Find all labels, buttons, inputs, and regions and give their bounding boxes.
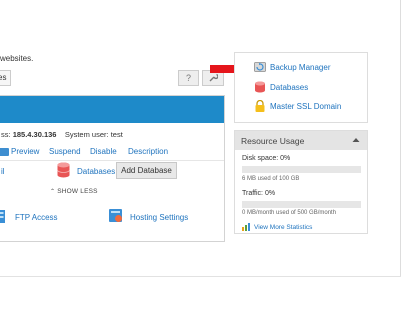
show-less-toggle[interactable]: ⌃ SHOW LESS [50,188,98,195]
ftp-access-link[interactable]: FTP Access [15,213,58,222]
databases-link[interactable]: Databases [77,167,115,176]
master-ssl-domain-link[interactable]: Master SSL Domain [270,102,341,111]
disk-space-bar [242,166,361,173]
backup-icon [254,62,266,72]
disk-space-note: 6 MB used of 100 GB [242,176,300,182]
address-label: ss: [1,130,11,139]
resource-usage-header[interactable]: Resource Usage [235,131,367,150]
bottom-border [0,276,401,277]
disable-link[interactable]: Disable [90,147,117,156]
bar-chart-icon [242,223,250,231]
subscriptions-button[interactable]: es [0,70,11,86]
help-button[interactable]: ? [178,70,199,86]
ip-address: 185.4.30.136 [12,130,57,139]
suspend-link[interactable]: Suspend [49,147,81,156]
ftp-icon [0,210,5,223]
preview-icon [0,148,9,156]
traffic-bar [242,201,361,208]
database-icon [57,162,70,178]
collapse-icon[interactable] [351,135,361,145]
system-user-label: System user: [64,130,109,139]
side-links-box: Backup Manager Databases Master SSL Doma… [234,52,368,123]
preview-link[interactable]: Preview [11,147,39,156]
mail-link[interactable]: il [1,167,5,176]
backup-manager-link[interactable]: Backup Manager [270,63,330,72]
show-less-label: SHOW LESS [57,188,98,195]
add-database-button[interactable]: Add Database [116,162,177,179]
lock-icon [255,100,265,112]
resource-usage-title: Resource Usage [241,136,305,146]
card-divider [0,160,224,161]
hosting-settings-icon [109,209,122,222]
view-more-statistics-link[interactable]: View More Statistics [254,224,312,231]
database-icon [255,81,265,93]
system-user-value: test [110,130,123,139]
intro-text: websites. [0,54,34,63]
traffic-note: 0 MB/month used of 500 GB/month [242,210,337,216]
resource-usage-panel: Resource Usage Disk space: 0% 6 MB used … [234,130,368,234]
databases-side-link[interactable]: Databases [270,83,308,92]
traffic-label: Traffic: 0% [242,190,276,197]
right-border [400,0,401,276]
description-link[interactable]: Description [128,147,168,156]
disk-space-label: Disk space: 0% [242,155,291,162]
card-header [0,96,224,123]
caret-up-icon: ⌃ [50,189,56,195]
subscription-card: ss: 185.4.30.136 System user: test Previ… [0,95,225,242]
page: websites. es ? ss: 185.4.30.136 System u… [0,0,400,276]
hosting-settings-link[interactable]: Hosting Settings [130,213,188,222]
subscription-info: ss: 185.4.30.136 System user: test [1,130,123,139]
